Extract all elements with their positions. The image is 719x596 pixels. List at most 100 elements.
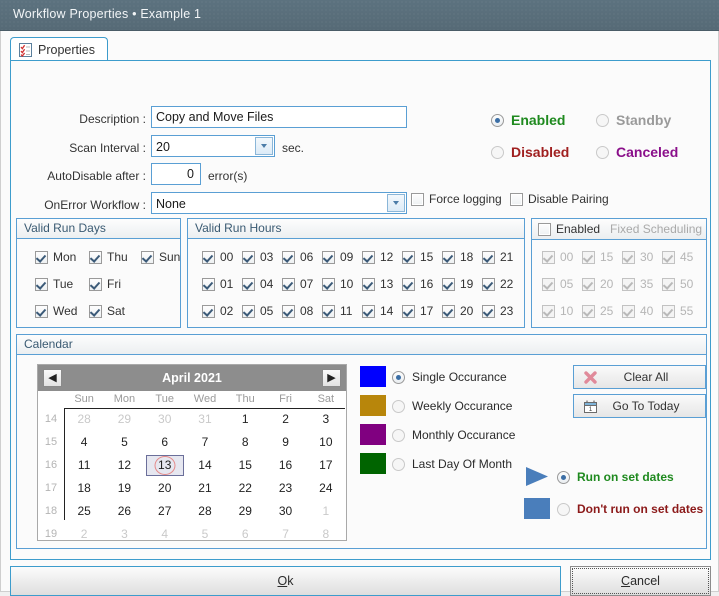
onerror-combo[interactable]: None [151,192,407,214]
day-thu[interactable]: Thu [89,250,128,264]
calendar-day-5-adjacent[interactable]: 5 [185,523,225,546]
hour-07[interactable]: 07 [282,277,313,291]
chevron-left-icon[interactable]: ◀ [43,369,62,387]
calendar-day-27[interactable]: 27 [145,500,185,523]
hour-23[interactable]: 23 [482,304,513,318]
hour-01[interactable]: 01 [202,277,233,291]
calendar-day-16[interactable]: 16 [265,454,305,477]
hour-14[interactable]: 14 [362,304,393,318]
calendar-day-15[interactable]: 15 [225,454,265,477]
clear-all-button[interactable]: Clear All [573,365,706,389]
chevron-down-icon-2[interactable] [387,194,405,212]
hour-03[interactable]: 03 [242,250,273,264]
calendar-day-9[interactable]: 9 [265,431,305,454]
calendar-day-28-adjacent[interactable]: 28 [64,408,104,431]
tab-properties[interactable]: Properties [10,37,108,61]
calendar-day-2-adjacent[interactable]: 2 [64,523,104,546]
calendar-day-2[interactable]: 2 [265,408,305,431]
calendar-day-8[interactable]: 8 [225,431,265,454]
hour-00[interactable]: 00 [202,250,233,264]
force-logging-checkbox[interactable]: Force logging [411,192,502,206]
calendar-day-20[interactable]: 20 [145,477,185,500]
calendar-day-1-adjacent[interactable]: 1 [306,500,346,523]
calendar-day-11[interactable]: 11 [64,454,104,477]
hour-17[interactable]: 17 [402,304,433,318]
calendar-day-14[interactable]: 14 [185,454,225,477]
calendar-day-29-adjacent[interactable]: 29 [104,408,144,431]
calendar-day-4[interactable]: 4 [64,431,104,454]
calendar-day-18[interactable]: 18 [64,477,104,500]
autodisable-input[interactable]: 0 [151,163,201,185]
hour-13[interactable]: 13 [362,277,393,291]
calendar-day-12[interactable]: 12 [104,454,144,477]
calendar-grid[interactable]: Sun Mon Tue Wed Thu Fri Sat 14 28 29 30 31 1 2 3 15 4 5 6 7… [38,391,346,541]
calendar-day-7-adjacent[interactable]: 7 [265,523,305,546]
hour-20[interactable]: 20 [442,304,473,318]
hour-16[interactable]: 16 [402,277,433,291]
status-radio-standby[interactable]: Standby [596,112,671,128]
calendar-day-6-adjacent[interactable]: 6 [225,523,265,546]
hour-15[interactable]: 15 [402,250,433,264]
calendar-day-23[interactable]: 23 [265,477,305,500]
radio-weekly-occurance[interactable]: Weekly Occurance [392,399,512,413]
calendar-day-24[interactable]: 24 [306,477,346,500]
radio-last-day-of-month[interactable]: Last Day Of Month [392,457,512,471]
day-mon[interactable]: Mon [35,250,76,264]
hour-21[interactable]: 21 [482,250,513,264]
radio-dont-run-on-set-dates[interactable]: Don't run on set dates [557,502,703,516]
calendar-day-19[interactable]: 19 [104,477,144,500]
radio-monthly-occurance[interactable]: Monthly Occurance [392,428,515,442]
day-fri[interactable]: Fri [89,277,121,291]
calendar-day-10[interactable]: 10 [306,431,346,454]
status-radio-disabled[interactable]: Disabled [491,144,569,160]
calendar-day-25[interactable]: 25 [64,500,104,523]
hour-12[interactable]: 12 [362,250,393,264]
hour-10[interactable]: 10 [322,277,353,291]
calendar-day-17[interactable]: 17 [306,454,346,477]
hour-22[interactable]: 22 [482,277,513,291]
chevron-right-icon[interactable]: ▶ [322,369,341,387]
calendar-day-7[interactable]: 7 [185,431,225,454]
calendar-day-5[interactable]: 5 [104,431,144,454]
calendar-day-28[interactable]: 28 [185,500,225,523]
day-sun[interactable]: Sun [141,250,180,264]
calendar-day-13[interactable]: 13 [145,454,185,477]
hour-19[interactable]: 19 [442,277,473,291]
calendar-day-1[interactable]: 1 [225,408,265,431]
hour-06[interactable]: 06 [282,250,313,264]
calendar-day-31-adjacent[interactable]: 31 [185,408,225,431]
scan-interval-combo[interactable]: 20 [151,135,275,157]
calendar-day-8-adjacent[interactable]: 8 [306,523,346,546]
calendar-day-3-adjacent[interactable]: 3 [104,523,144,546]
calendar-day-30[interactable]: 30 [265,500,305,523]
hour-05[interactable]: 05 [242,304,273,318]
calendar-day-30-adjacent[interactable]: 30 [145,408,185,431]
calendar-day-3[interactable]: 3 [306,408,346,431]
calendar-day-21[interactable]: 21 [185,477,225,500]
calendar-day-4-adjacent[interactable]: 4 [145,523,185,546]
status-radio-canceled[interactable]: Canceled [596,144,678,160]
day-wed[interactable]: Wed [35,304,77,318]
hour-08[interactable]: 08 [282,304,313,318]
radio-single-occurance[interactable]: Single Occurance [392,370,507,384]
hour-02[interactable]: 02 [202,304,233,318]
month-calendar[interactable]: ◀ April 2021 ▶ Sun Mon Tue Wed Thu Fri Sat 14 28… [37,364,347,541]
day-tue[interactable]: Tue [35,277,73,291]
hour-08-box [282,304,295,318]
radio-run-on-set-dates[interactable]: Run on set dates [557,470,674,484]
hour-18[interactable]: 18 [442,250,473,264]
calendar-day-29[interactable]: 29 [225,500,265,523]
calendar-day-22[interactable]: 22 [225,477,265,500]
chevron-down-icon[interactable] [255,137,273,155]
hour-04[interactable]: 04 [242,277,273,291]
description-input[interactable]: Copy and Move Files [151,106,407,128]
fixed-scheduling-enabled-box[interactable] [538,222,551,236]
calendar-day-6[interactable]: 6 [145,431,185,454]
status-radio-enabled[interactable]: Enabled [491,112,565,128]
hour-11[interactable]: 11 [322,304,352,318]
go-to-today-button[interactable]: 1 Go To Today [573,394,706,418]
day-sat[interactable]: Sat [89,304,125,318]
calendar-day-26[interactable]: 26 [104,500,144,523]
disable-pairing-checkbox[interactable]: Disable Pairing [510,192,609,206]
hour-09[interactable]: 09 [322,250,353,264]
